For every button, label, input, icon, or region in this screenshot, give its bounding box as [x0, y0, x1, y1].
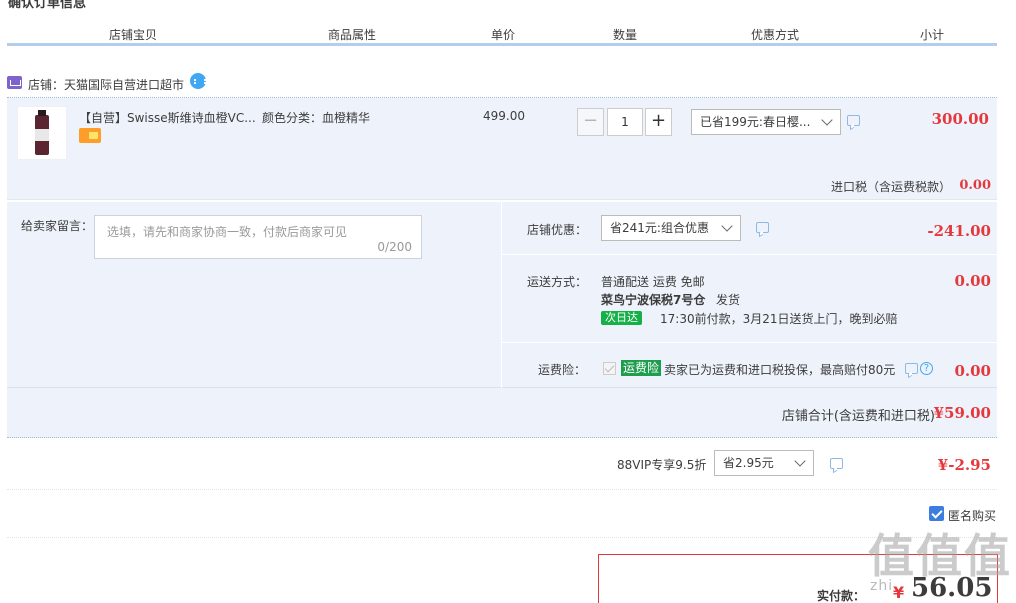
customer-service-chat-icon[interactable] — [190, 73, 206, 89]
item-discount-select[interactable]: 已省199元:春日樱... — [691, 109, 841, 135]
shop-total-value: ¥59.00 — [933, 404, 991, 422]
vip-label: 88VIP专享9.5折 — [617, 458, 707, 472]
anonymous-row: 匿名购买 — [7, 490, 997, 538]
shop-discount-info-icon[interactable] — [756, 222, 769, 233]
insurance-label: 运费险： — [538, 363, 587, 377]
unit-price: 499.00 — [483, 109, 525, 123]
insurance-checkbox — [603, 362, 616, 375]
next-day-badge: 次日达 — [601, 310, 642, 325]
shop-discount-value: -241.00 — [927, 222, 991, 240]
credit-card-icon — [79, 128, 101, 143]
discount-info-icon[interactable] — [847, 115, 860, 126]
shop-name: 店铺：天猫国际自营进口超市 — [28, 78, 185, 92]
seller-message-label: 给卖家留言： — [21, 219, 94, 233]
shipping-label: 运送方式： — [527, 275, 588, 289]
shop-discount-label: 店铺优惠： — [527, 223, 588, 237]
shop-total-row: 店铺合计(含运费和进口税) ¥59.00 — [7, 388, 997, 438]
seller-message-input[interactable]: 选填，请先和商家协商一致，付款后商家可见 0/200 — [94, 215, 422, 259]
order-options-panel: 给卖家留言： 选填，请先和商家协商一致，付款后商家可见 0/200 店铺优惠： … — [7, 202, 997, 388]
product-thumbnail[interactable] — [17, 106, 67, 160]
product-attribute: 颜色分类：血橙精华 — [262, 111, 371, 125]
insurance-text: 卖家已为运费和进口税投保，最高赔付80元 — [664, 363, 896, 377]
import-tax-value: 0.00 — [959, 178, 991, 193]
pay-label: 实付款： — [817, 589, 866, 603]
shop-total-label: 店铺合计(含运费和进口税) — [781, 409, 935, 424]
col-attribute: 商品属性 — [328, 28, 377, 42]
vip-info-icon[interactable] — [830, 458, 843, 469]
cart-item-row: 【自营】Swisse斯维诗血橙VC... 颜色分类：血橙精华 499.00 − … — [7, 98, 997, 200]
product-title-link[interactable]: 【自营】Swisse斯维诗血橙VC... — [79, 109, 259, 126]
seller-message-placeholder: 选填，请先和商家协商一致，付款后商家可见 — [107, 225, 348, 239]
help-icon[interactable]: ? — [920, 362, 933, 375]
seller-message-counter: 0/200 — [377, 240, 412, 254]
col-shop-item: 店铺宝贝 — [109, 28, 158, 42]
insurance-value: 0.00 — [954, 362, 991, 380]
col-subtotal: 小计 — [920, 28, 945, 42]
insurance-badge: 运费险 — [621, 360, 662, 376]
cart-column-header: 店铺宝贝 商品属性 单价 数量 优惠方式 小计 — [7, 22, 997, 46]
col-unit-price: 单价 — [491, 28, 516, 42]
site-watermark: 值值值 — [868, 529, 1012, 583]
shop-row: 店铺：天猫国际自营进口超市 — [7, 70, 997, 98]
next-day-badge-label: 次日达 — [601, 311, 642, 325]
insurance-info-icon[interactable] — [905, 363, 918, 374]
col-discount: 优惠方式 — [751, 28, 800, 42]
vip-discount-select[interactable]: 省2.95元 — [714, 450, 814, 476]
shop-discount-select[interactable]: 省241元:组合优惠 — [601, 215, 741, 241]
insurance-badge-label: 运费险 — [621, 360, 662, 376]
vip-discount-value: ¥-2.95 — [937, 456, 991, 474]
shipping-value: 0.00 — [954, 272, 991, 290]
bottle-image — [35, 110, 49, 155]
tmall-shop-icon — [7, 76, 22, 89]
col-quantity: 数量 — [613, 28, 638, 42]
item-subtotal: 300.00 — [931, 110, 989, 128]
quantity-plus-button[interactable]: + — [645, 108, 672, 136]
delivery-promise: 17:30前付款，3月21日送货上门，晚到必赔 — [660, 312, 898, 326]
shipping-method: 普通配送 运费 免邮 — [601, 275, 705, 289]
anonymous-checkbox[interactable] — [929, 506, 944, 521]
page-heading-partial: 确认订单信息 — [8, 0, 87, 11]
quantity-input[interactable]: 1 — [607, 108, 643, 136]
shipping-warehouse: 菜鸟宁波保税7号仓 — [601, 293, 706, 307]
quantity-minus-button[interactable]: − — [577, 108, 604, 136]
vip-discount-row: 88VIP专享9.5折 省2.95元 ¥-2.95 — [7, 440, 997, 490]
shipping-dispatch: 发货 — [716, 293, 741, 307]
import-tax-label: 进口税（含运费税款） — [831, 180, 952, 194]
site-watermark-sub: zhi — [870, 578, 894, 594]
